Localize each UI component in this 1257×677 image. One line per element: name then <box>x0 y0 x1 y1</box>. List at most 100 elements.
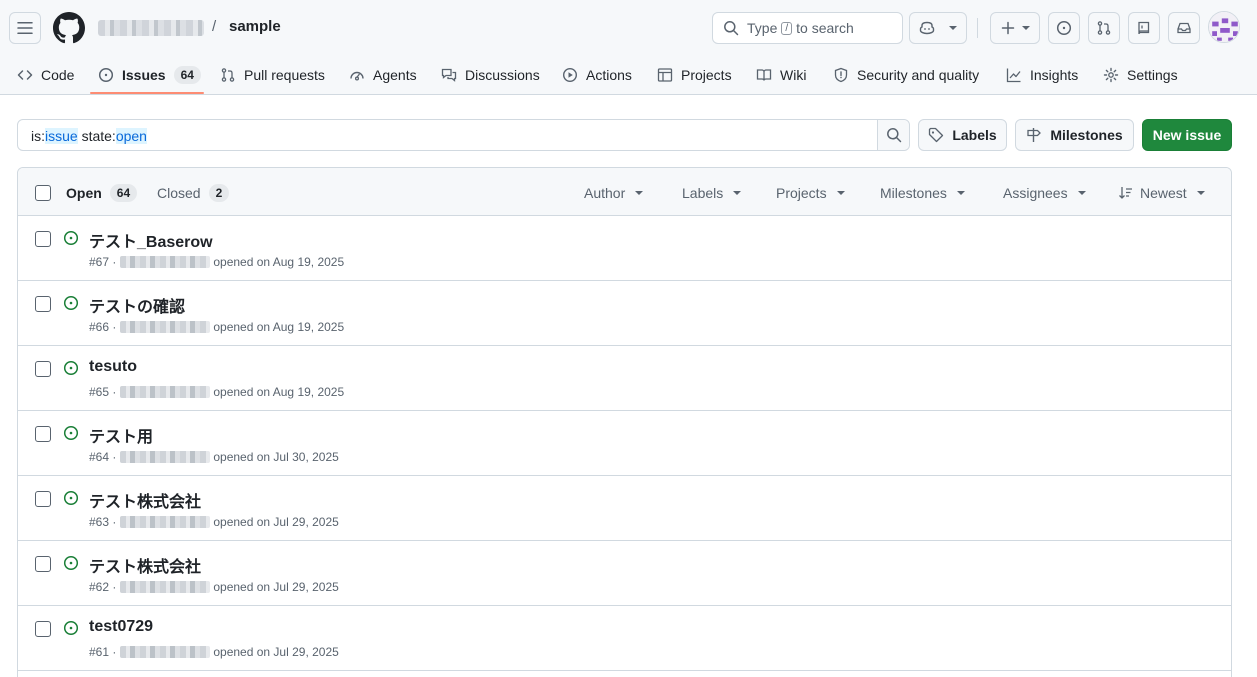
issue-checkbox[interactable] <box>35 361 51 377</box>
identicon-icon <box>1209 12 1239 42</box>
labels-filter-dropdown[interactable]: Labels <box>682 185 742 201</box>
global-search-input[interactable]: Type / to search <box>712 12 903 44</box>
sort-dropdown[interactable]: Newest <box>1118 185 1205 201</box>
filter-search-button[interactable] <box>877 120 909 150</box>
issue-author-link[interactable] <box>120 451 211 463</box>
issue-row[interactable]: テスト_Baserow #67 · opened on Aug 19, 2025 <box>18 216 1231 281</box>
tab-pull-requests[interactable]: Pull requests <box>220 54 325 95</box>
your-pull-requests-button[interactable] <box>1088 12 1120 44</box>
issue-author-link[interactable] <box>120 386 211 398</box>
copilot-button[interactable] <box>909 12 967 44</box>
repo-name-link[interactable]: sample <box>229 18 281 35</box>
issue-checkbox[interactable] <box>35 296 51 312</box>
author-filter-dropdown[interactable]: Author <box>584 185 644 201</box>
issue-checkbox[interactable] <box>35 556 51 572</box>
issue-checkbox[interactable] <box>35 426 51 442</box>
issue-opened-date: opened on Jul 29, 2025 <box>213 515 339 529</box>
issue-open-icon <box>63 555 79 571</box>
repo-icon <box>1138 21 1150 35</box>
tab-insights[interactable]: Insights <box>1006 54 1078 95</box>
tab-discussions[interactable]: Discussions <box>441 54 540 95</box>
filter-query: is:issue state:open <box>31 128 147 144</box>
issue-row[interactable]: tesuto #65 · opened on Aug 19, 2025 <box>18 346 1231 411</box>
tab-issues[interactable]: Issues 64 <box>98 54 201 95</box>
open-issues-filter[interactable]: Open 64 <box>66 184 138 202</box>
plus-icon <box>1001 21 1015 35</box>
search-shortcut-key: / <box>781 21 793 35</box>
issue-opened-date: opened on Aug 19, 2025 <box>213 255 345 269</box>
issue-author-link[interactable] <box>120 581 211 593</box>
issue-title-link[interactable]: テスト_Baserow <box>89 228 213 252</box>
issue-title-link[interactable]: テストの確認 <box>89 293 185 317</box>
issue-author-link[interactable] <box>120 256 211 268</box>
search-placeholder-suffix: to search <box>796 20 854 36</box>
select-all-checkbox[interactable] <box>35 185 51 201</box>
repositories-button[interactable] <box>1128 12 1160 44</box>
issue-number: #61 · <box>89 645 117 659</box>
issue-filter-input[interactable]: is:issue state:open <box>17 119 910 151</box>
issue-meta: #62 · opened on Jul 29, 2025 <box>89 580 339 594</box>
issue-open-icon <box>63 425 79 441</box>
issue-open-icon <box>63 295 79 311</box>
tab-label: Insights <box>1030 66 1079 83</box>
dropdown-label: Newest <box>1140 185 1187 201</box>
issue-title-link[interactable]: test0729 <box>89 618 153 636</box>
issue-open-icon <box>63 490 79 506</box>
issue-row[interactable]: テスト用 #64 · opened on Jul 30, 2025 <box>18 411 1231 476</box>
issue-title-link[interactable]: tesuto <box>89 358 137 376</box>
issue-title-link[interactable]: テスト株式会社 <box>89 488 201 512</box>
tab-actions[interactable]: Actions <box>562 54 632 95</box>
issue-checkbox[interactable] <box>35 621 51 637</box>
issue-row[interactable]: test0729 #61 · opened on Jul 29, 2025 <box>18 606 1231 671</box>
issue-author-link[interactable] <box>120 321 211 333</box>
issue-title-link[interactable]: テスト用 <box>89 423 153 447</box>
assignees-filter-dropdown[interactable]: Assignees <box>1003 185 1086 201</box>
gear-icon <box>1103 67 1119 82</box>
chevron-down-icon <box>836 191 845 195</box>
labels-button-label: Labels <box>952 127 997 143</box>
user-avatar[interactable] <box>1208 11 1240 43</box>
issue-author-link[interactable] <box>120 516 211 528</box>
milestones-button[interactable]: Milestones <box>1015 119 1134 151</box>
graph-icon <box>1006 68 1021 82</box>
issue-row[interactable]: テストの確認 #66 · opened on Aug 19, 2025 <box>18 281 1231 346</box>
search-placeholder-prefix: Type <box>747 20 778 36</box>
closed-issues-filter[interactable]: Closed 2 <box>157 184 230 202</box>
tab-security-and-quality[interactable]: Security and quality <box>833 54 979 95</box>
tab-agents[interactable]: Agents <box>349 54 417 95</box>
issue-row[interactable]: テスト株式会社 #63 · opened on Jul 29, 2025 <box>18 476 1231 541</box>
milestones-filter-dropdown[interactable]: Milestones <box>880 185 965 201</box>
tab-settings[interactable]: Settings <box>1103 54 1178 95</box>
search-icon <box>724 21 739 36</box>
projects-filter-dropdown[interactable]: Projects <box>776 185 845 201</box>
chevron-down-icon <box>1196 191 1205 195</box>
repo-owner-link[interactable] <box>98 20 204 36</box>
tab-projects[interactable]: Projects <box>657 54 732 95</box>
new-issue-button[interactable]: New issue <box>1142 119 1232 151</box>
menu-button[interactable] <box>9 12 41 44</box>
tab-wiki[interactable]: Wiki <box>756 54 806 95</box>
tab-label: Agents <box>373 66 417 83</box>
create-new-button[interactable] <box>990 12 1040 44</box>
dropdown-label: Author <box>584 185 626 201</box>
chevron-down-icon <box>949 26 957 30</box>
issue-author-link[interactable] <box>120 646 211 658</box>
issue-title-link[interactable]: テスト株式会社 <box>89 553 201 577</box>
notifications-button[interactable] <box>1168 12 1200 44</box>
issue-checkbox[interactable] <box>35 491 51 507</box>
table-icon <box>657 67 673 82</box>
issue-meta: #61 · opened on Jul 29, 2025 <box>89 645 339 659</box>
issue-checkbox[interactable] <box>35 231 51 247</box>
dropdown-label: Milestones <box>880 185 947 201</box>
tab-code[interactable]: Code <box>17 54 74 95</box>
issues-count-badge: 64 <box>173 65 201 84</box>
sort-desc-icon <box>1119 187 1132 199</box>
breadcrumb-separator: / <box>212 18 217 35</box>
labels-button[interactable]: Labels <box>918 119 1007 151</box>
comment-discussion-icon <box>441 68 457 82</box>
open-label: Open <box>66 185 102 201</box>
issue-meta: #65 · opened on Aug 19, 2025 <box>89 385 344 399</box>
issue-row[interactable]: テスト株式会社 #62 · opened on Jul 29, 2025 <box>18 541 1231 606</box>
your-issues-button[interactable] <box>1048 12 1080 44</box>
github-logo-icon[interactable] <box>53 12 85 44</box>
